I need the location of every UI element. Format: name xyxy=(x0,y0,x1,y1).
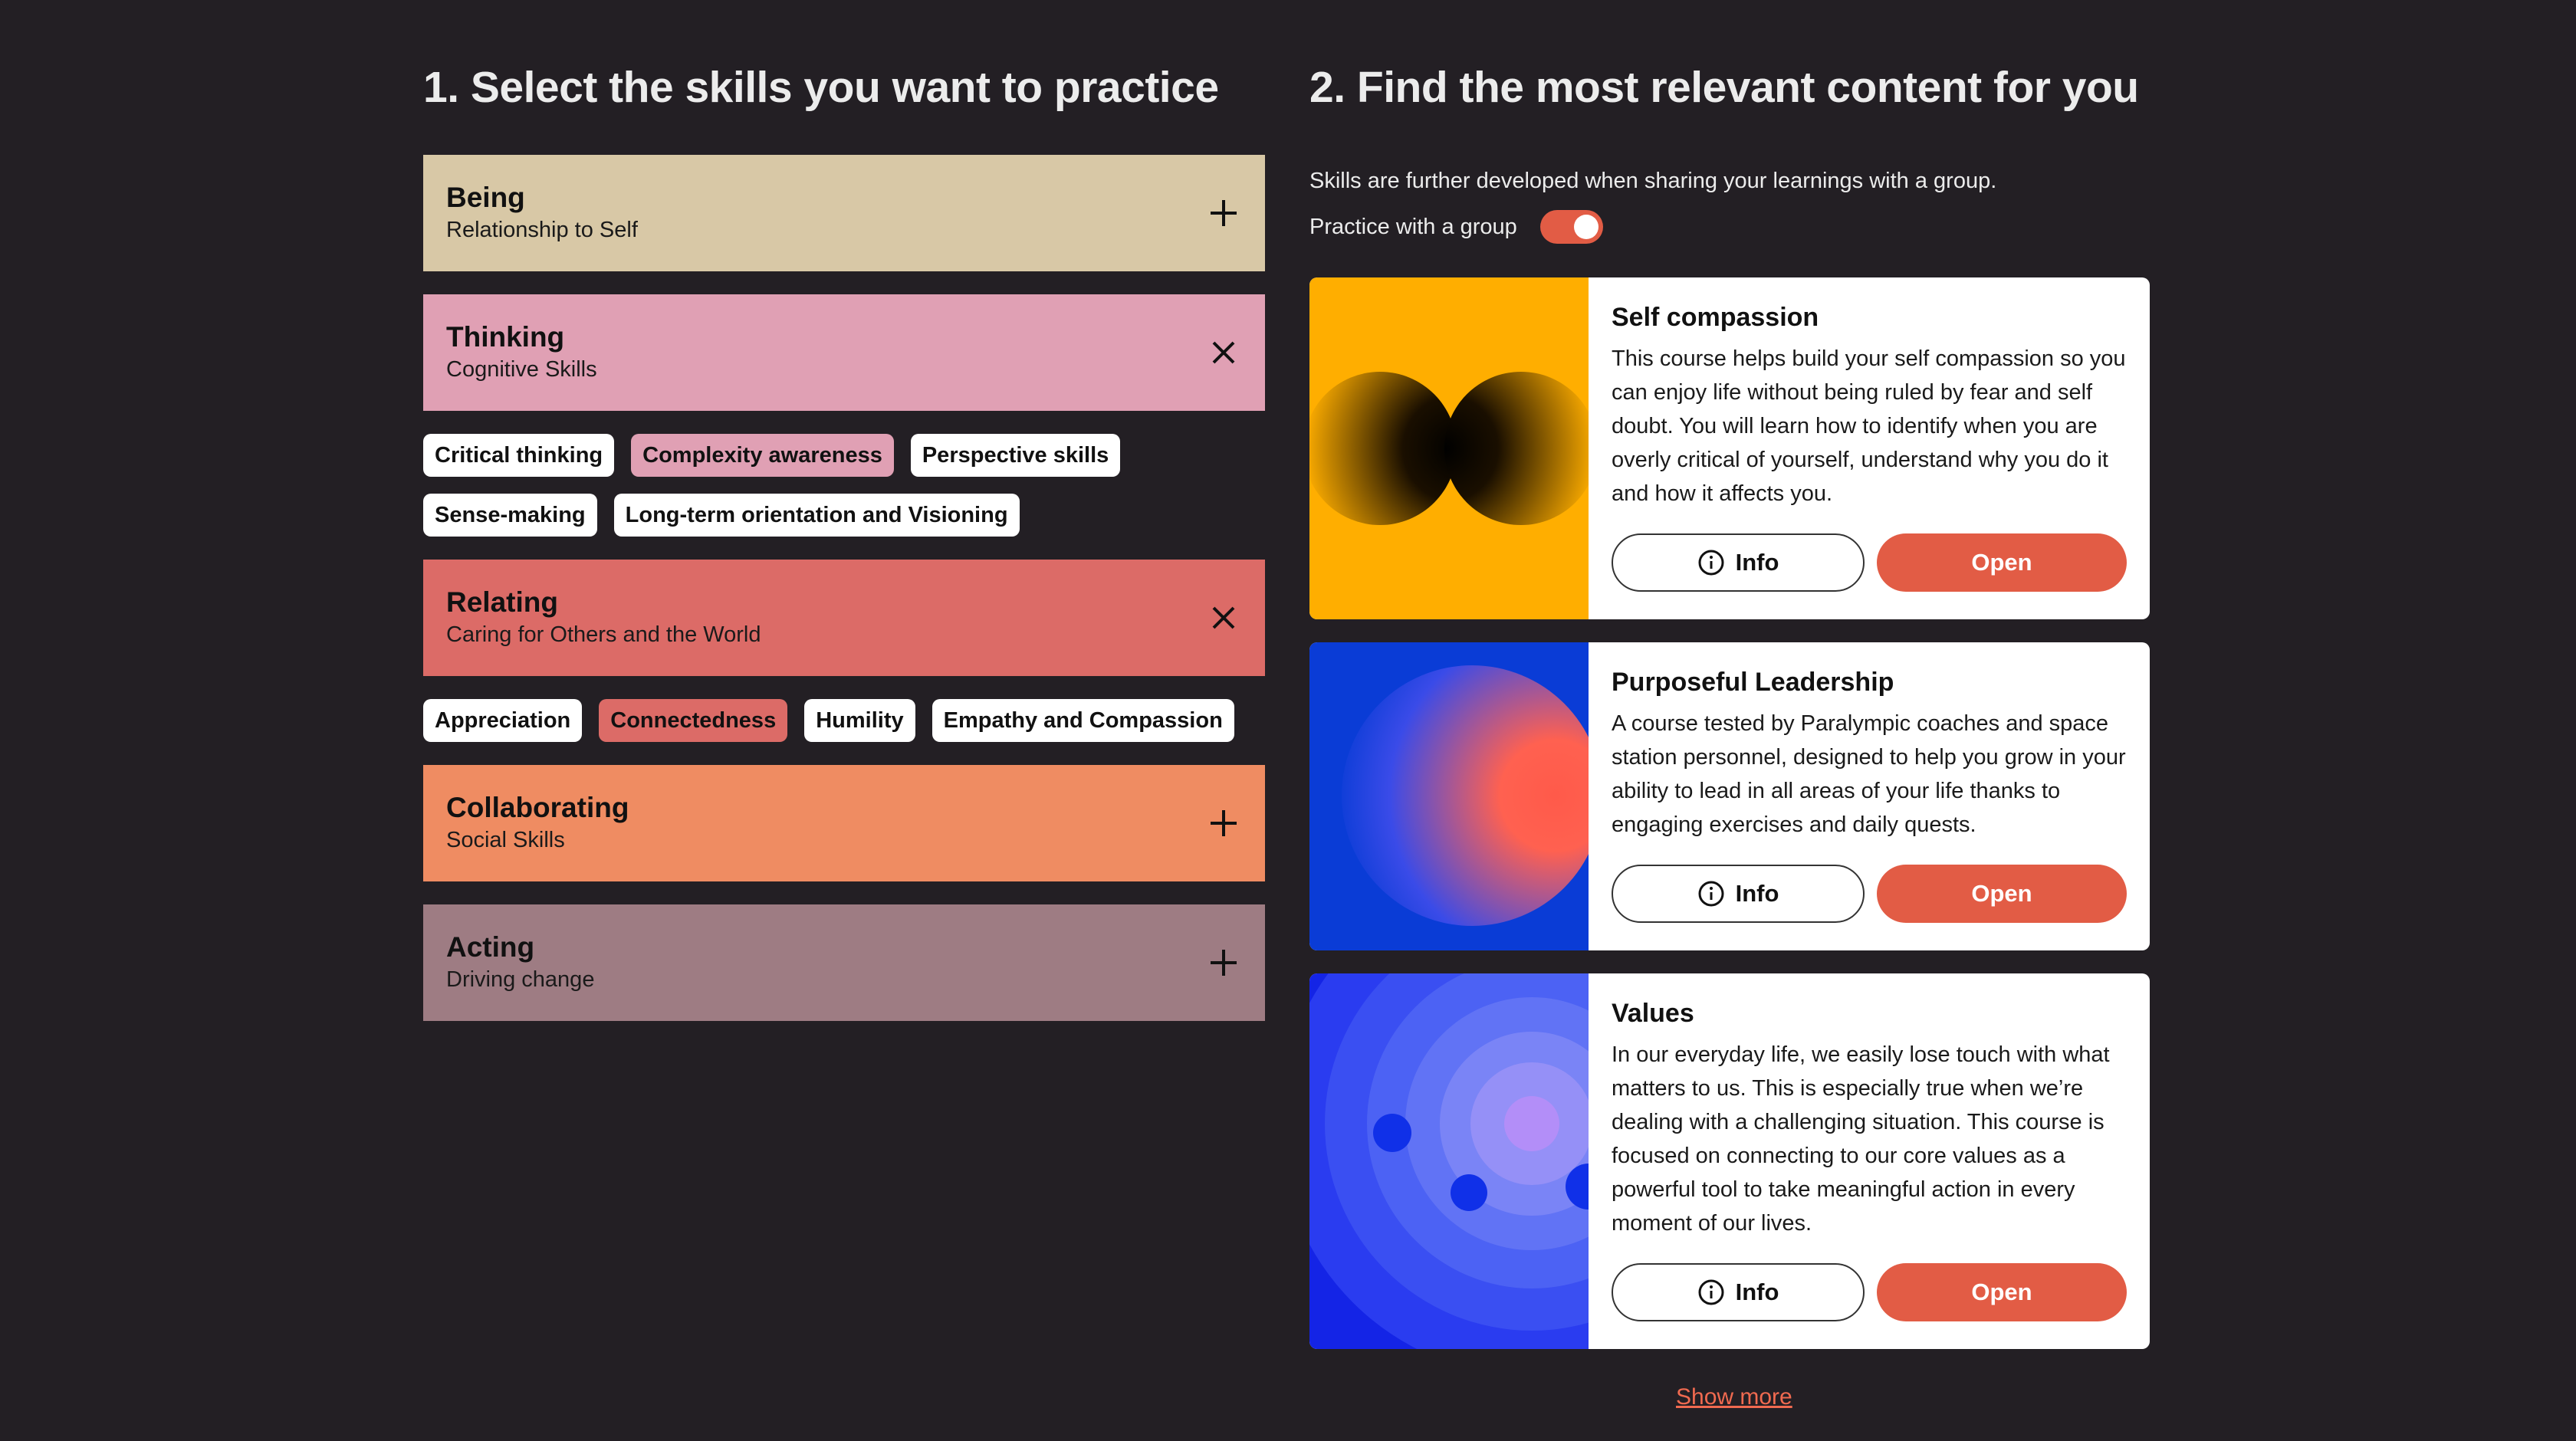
card-actions: Info Open xyxy=(1612,865,2127,923)
skills-column: 1. Select the skills you want to practic… xyxy=(423,58,1265,1021)
category-title: Being xyxy=(446,182,525,213)
category-relating[interactable]: Relating Caring for Others and the World xyxy=(423,560,1265,676)
thinking-chips: Critical thinking Complexity awareness P… xyxy=(423,411,1265,560)
open-button[interactable]: Open xyxy=(1877,865,2127,923)
card-body: Values In our everyday life, we easily l… xyxy=(1589,973,2150,1349)
category-subtitle: Social Skills xyxy=(446,828,565,852)
open-button[interactable]: Open xyxy=(1877,533,2127,592)
info-label: Info xyxy=(1735,1279,1779,1305)
card-actions: Info Open xyxy=(1612,1263,2127,1321)
category-subtitle: Cognitive Skills xyxy=(446,357,597,382)
plus-icon[interactable] xyxy=(1204,943,1244,983)
chip-connectedness[interactable]: Connectedness xyxy=(599,699,788,742)
category-subtitle: Driving change xyxy=(446,967,595,992)
close-icon[interactable] xyxy=(1204,333,1244,373)
show-more-link[interactable]: Show more xyxy=(1676,1384,1792,1410)
category-acting[interactable]: Acting Driving change xyxy=(423,904,1265,1021)
course-card-purposeful-leadership[interactable]: Purposeful Leadership A course tested by… xyxy=(1309,642,2150,950)
chip-empathy-compassion[interactable]: Empathy and Compassion xyxy=(932,699,1234,742)
close-icon[interactable] xyxy=(1204,598,1244,638)
chip-complexity-awareness[interactable]: Complexity awareness xyxy=(631,434,894,477)
self-compassion-illustration xyxy=(1309,277,1589,619)
skills-heading: 1. Select the skills you want to practic… xyxy=(423,63,1219,112)
chip-sense-making[interactable]: Sense-making xyxy=(423,494,597,537)
course-card-values[interactable]: Values In our everyday life, we easily l… xyxy=(1309,973,2150,1349)
chip-critical-thinking[interactable]: Critical thinking xyxy=(423,434,615,477)
category-title: Collaborating xyxy=(446,792,629,823)
course-card-self-compassion[interactable]: Self compassion This course helps build … xyxy=(1309,277,2150,619)
category-thinking[interactable]: Thinking Cognitive Skills xyxy=(423,294,1265,411)
info-button[interactable]: Info xyxy=(1612,1263,1865,1321)
chip-perspective-skills[interactable]: Perspective skills xyxy=(910,434,1121,477)
info-icon xyxy=(1697,880,1725,908)
values-illustration xyxy=(1309,973,1589,1349)
card-title: Values xyxy=(1612,999,1694,1028)
relating-chips: Appreciation Connectedness Humility Empa… xyxy=(423,676,1265,765)
category-collaborating[interactable]: Collaborating Social Skills xyxy=(423,765,1265,881)
group-toggle-row: Practice with a group xyxy=(1309,210,2150,244)
group-intro-text: Skills are further developed when sharin… xyxy=(1309,169,1997,193)
info-label: Info xyxy=(1735,549,1779,576)
group-toggle-label: Practice with a group xyxy=(1309,214,1517,239)
group-toggle-switch[interactable] xyxy=(1539,210,1603,244)
category-title: Acting xyxy=(446,931,535,963)
content-heading: 2. Find the most relevant content for yo… xyxy=(1309,63,2139,112)
card-body: Purposeful Leadership A course tested by… xyxy=(1589,642,2150,950)
plus-icon[interactable] xyxy=(1204,803,1244,843)
chip-appreciation[interactable]: Appreciation xyxy=(423,699,583,742)
card-description: A course tested by Paralympic coaches an… xyxy=(1612,711,2126,837)
chip-humility[interactable]: Humility xyxy=(804,699,915,742)
content-column: 2. Find the most relevant content for yo… xyxy=(1309,58,2150,1349)
chip-long-term-orientation[interactable]: Long-term orientation and Visioning xyxy=(613,494,1020,537)
category-title: Thinking xyxy=(446,321,565,353)
category-subtitle: Caring for Others and the World xyxy=(446,622,761,647)
card-description: This course helps build your self compas… xyxy=(1612,346,2126,506)
card-title: Self compassion xyxy=(1612,303,1819,332)
info-label: Info xyxy=(1735,880,1779,907)
open-button[interactable]: Open xyxy=(1877,1263,2127,1321)
info-button[interactable]: Info xyxy=(1612,865,1865,923)
card-body: Self compassion This course helps build … xyxy=(1589,277,2150,619)
category-subtitle: Relationship to Self xyxy=(446,218,638,242)
card-title: Purposeful Leadership xyxy=(1612,668,1894,697)
purposeful-leadership-illustration xyxy=(1309,642,1589,950)
card-actions: Info Open xyxy=(1612,533,2127,592)
card-description: In our everyday life, we easily lose tou… xyxy=(1612,1042,2110,1236)
info-button[interactable]: Info xyxy=(1612,533,1865,592)
plus-icon[interactable] xyxy=(1204,193,1244,233)
info-icon xyxy=(1697,549,1725,576)
category-being[interactable]: Being Relationship to Self xyxy=(423,155,1265,271)
info-icon xyxy=(1697,1279,1725,1306)
category-title: Relating xyxy=(446,586,558,618)
switch-knob xyxy=(1573,215,1598,239)
page: 1. Select the skills you want to practic… xyxy=(0,0,2576,1441)
